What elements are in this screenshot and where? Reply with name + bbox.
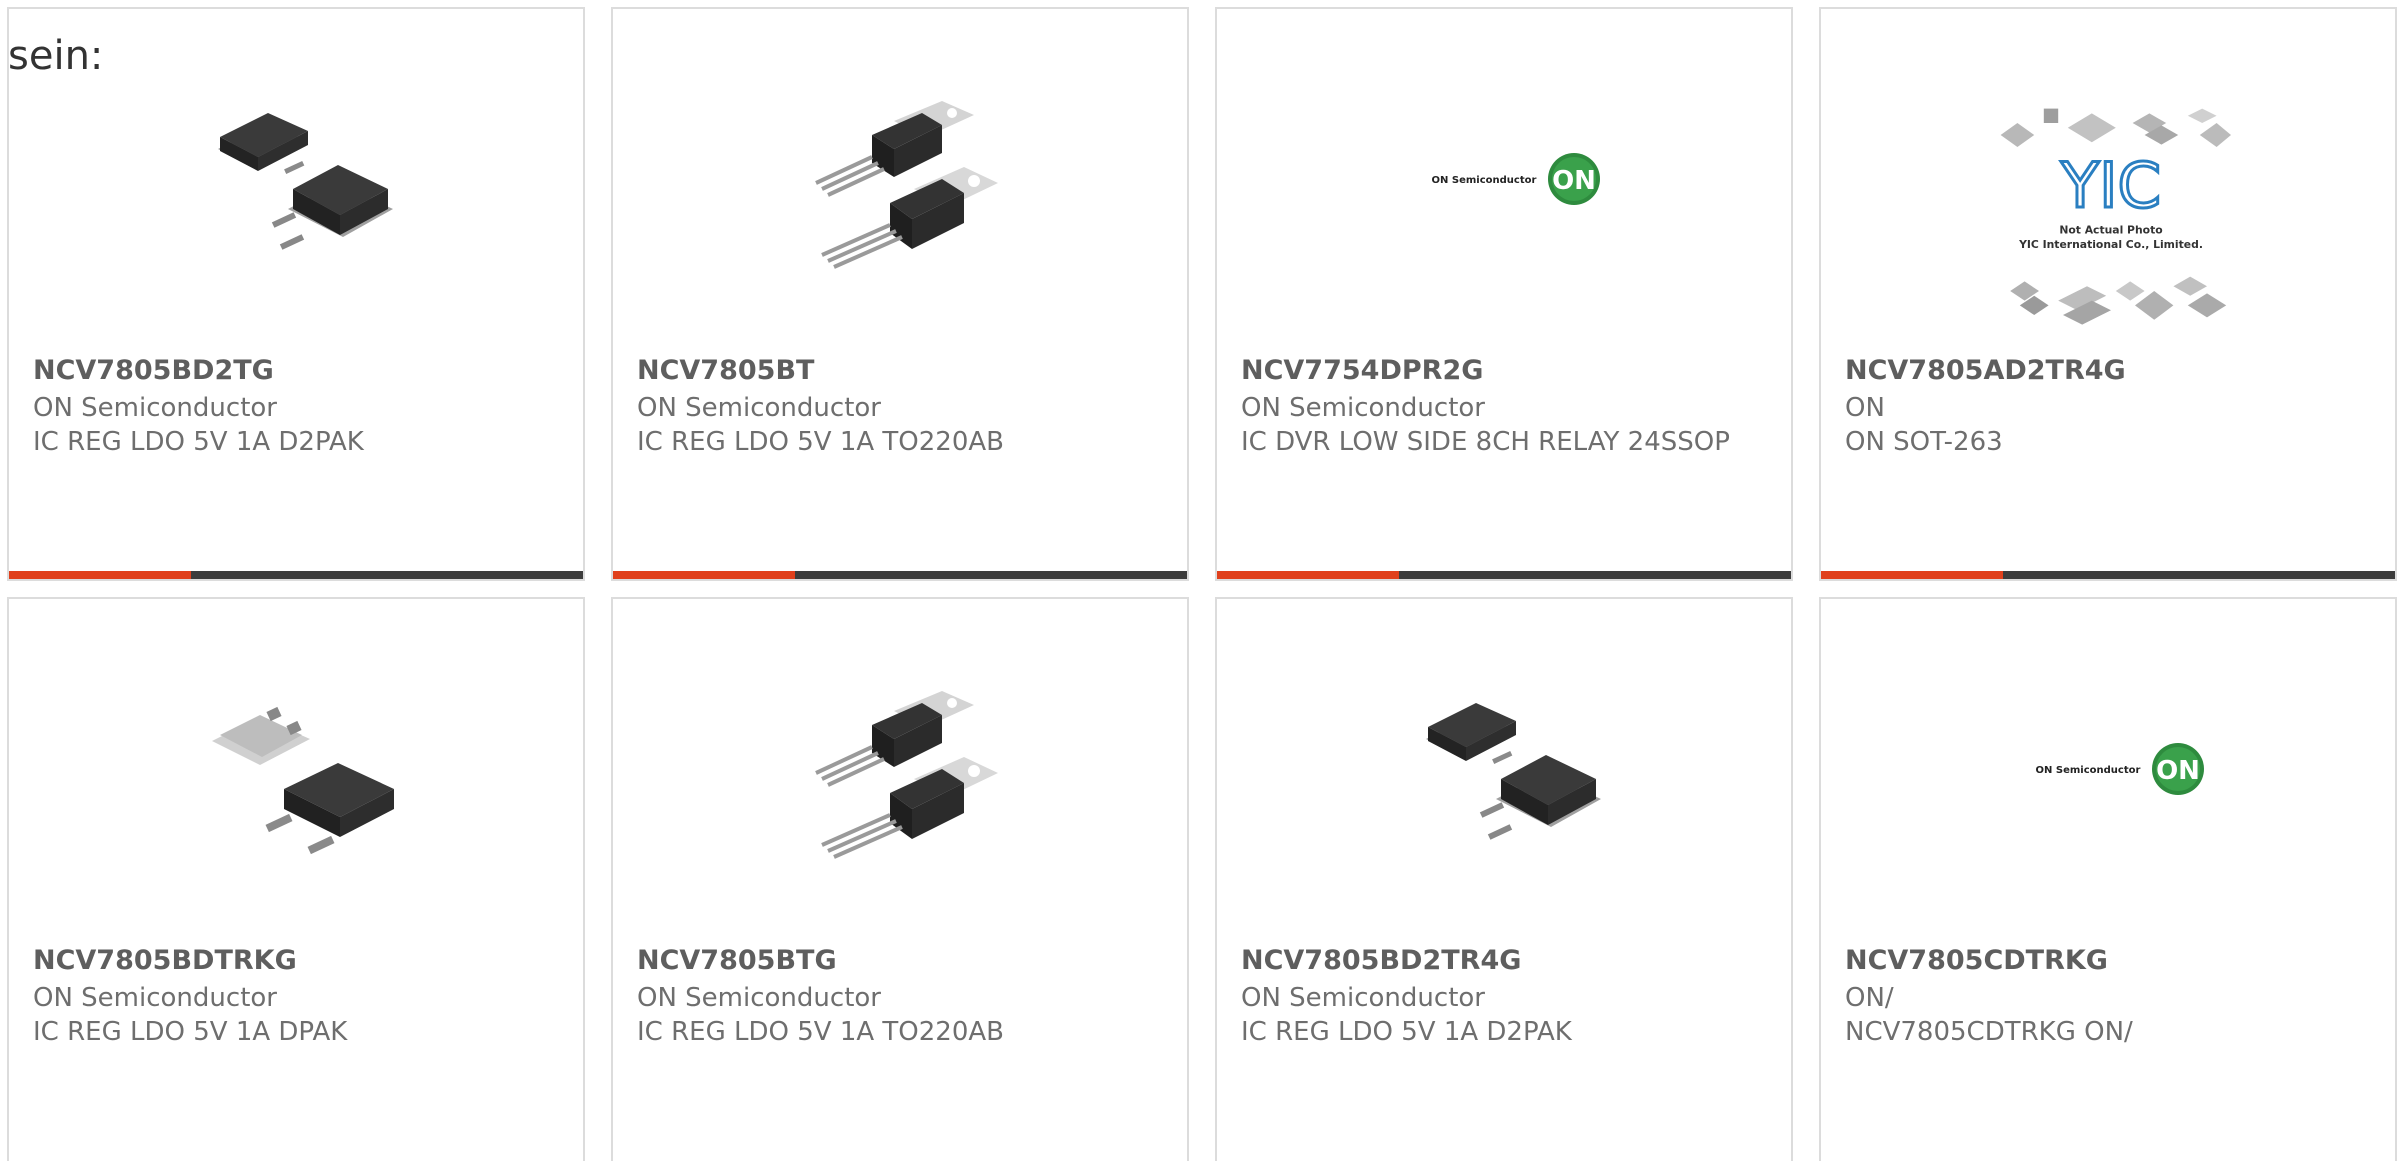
part-number[interactable]: NCV7805BD2TG — [33, 355, 274, 386]
part-number[interactable]: NCV7805BT — [637, 355, 814, 386]
card-accent-bar — [613, 571, 795, 579]
product-card[interactable]: ON Semiconductor ON NCV7754DPR2G ON Semi… — [1215, 7, 1793, 581]
to220-package-icon — [815, 691, 998, 859]
svg-text:ON Semiconductor: ON Semiconductor — [1432, 175, 1537, 186]
on-semiconductor-logo: ON Semiconductor ON — [2036, 743, 2204, 795]
description: IC REG LDO 5V 1A D2PAK — [1241, 1017, 1572, 1047]
product-card[interactable]: NCV7805BDTRKG ON Semiconductor IC REG LD… — [7, 597, 585, 1161]
product-card[interactable]: YIC Not Actual Photo YIC International C… — [1819, 7, 2397, 581]
description: NCV7805CDTRKG ON/ — [1845, 1017, 2133, 1047]
description: IC REG LDO 5V 1A TO220AB — [637, 1017, 1005, 1047]
manufacturer: ON Semiconductor — [637, 983, 881, 1013]
svg-text:Not Actual Photo: Not Actual Photo — [2059, 223, 2162, 236]
dpak-package-icon — [212, 706, 394, 855]
part-number[interactable]: NCV7805CDTRKG — [1845, 945, 2108, 976]
card-footer-bar — [613, 571, 1187, 579]
d2pak-package-icon — [1426, 703, 1601, 840]
to220-package-icon — [815, 101, 998, 269]
on-semiconductor-logo: ON Semiconductor ON — [1432, 153, 1600, 205]
part-number[interactable]: NCV7805BTG — [637, 945, 837, 976]
manufacturer: ON Semiconductor — [33, 393, 277, 423]
svg-text:ON: ON — [1552, 166, 1596, 196]
part-number[interactable]: NCV7805BD2TR4G — [1241, 945, 1521, 976]
svg-text:YIC International Co., Limited: YIC International Co., Limited. — [2018, 238, 2203, 251]
card-footer-bar — [9, 571, 583, 579]
page-heading: sein: — [8, 33, 104, 79]
card-accent-bar — [9, 571, 191, 579]
d2pak-package-icon — [218, 113, 393, 250]
manufacturer: ON Semiconductor — [1241, 983, 1485, 1013]
product-card[interactable]: NCV7805BTG ON Semiconductor IC REG LDO 5… — [611, 597, 1189, 1161]
description: IC REG LDO 5V 1A DPAK — [33, 1017, 348, 1047]
manufacturer: ON Semiconductor — [33, 983, 277, 1013]
part-number[interactable]: NCV7805AD2TR4G — [1845, 355, 2126, 386]
description: IC REG LDO 5V 1A D2PAK — [33, 427, 364, 457]
description: IC REG LDO 5V 1A TO220AB — [637, 427, 1005, 457]
svg-text:YIC: YIC — [2060, 149, 2161, 222]
card-accent-bar — [1217, 571, 1399, 579]
product-card[interactable]: NCV7805BD2TG ON Semiconductor IC REG LDO… — [7, 7, 585, 581]
product-card[interactable]: ON Semiconductor ON NCV7805CDTRKG ON/ NC… — [1819, 597, 2397, 1161]
manufacturer: ON Semiconductor — [637, 393, 881, 423]
manufacturer: ON/ — [1845, 983, 1894, 1013]
manufacturer: ON — [1845, 393, 1885, 423]
product-card[interactable]: NCV7805BD2TR4G ON Semiconductor IC REG L… — [1215, 597, 1793, 1161]
card-footer-bar — [1217, 571, 1791, 579]
part-number[interactable]: NCV7805BDTRKG — [33, 945, 297, 976]
card-accent-bar — [1821, 571, 2003, 579]
part-number[interactable]: NCV7754DPR2G — [1241, 355, 1483, 386]
manufacturer: ON Semiconductor — [1241, 393, 1485, 423]
yic-placeholder-logo: YIC Not Actual Photo YIC International C… — [2000, 108, 2231, 325]
description: ON SOT-263 — [1845, 427, 2003, 457]
svg-text:ON: ON — [2156, 756, 2200, 786]
card-footer-bar — [1821, 571, 2395, 579]
description: IC DVR LOW SIDE 8CH RELAY 24SSOP — [1241, 427, 1730, 457]
product-grid-page: sein: NCV7805BD2TG ON Semiconductor IC R… — [0, 0, 2400, 1161]
svg-text:ON Semiconductor: ON Semiconductor — [2036, 765, 2141, 776]
product-card[interactable]: NCV7805BT ON Semiconductor IC REG LDO 5V… — [611, 7, 1189, 581]
